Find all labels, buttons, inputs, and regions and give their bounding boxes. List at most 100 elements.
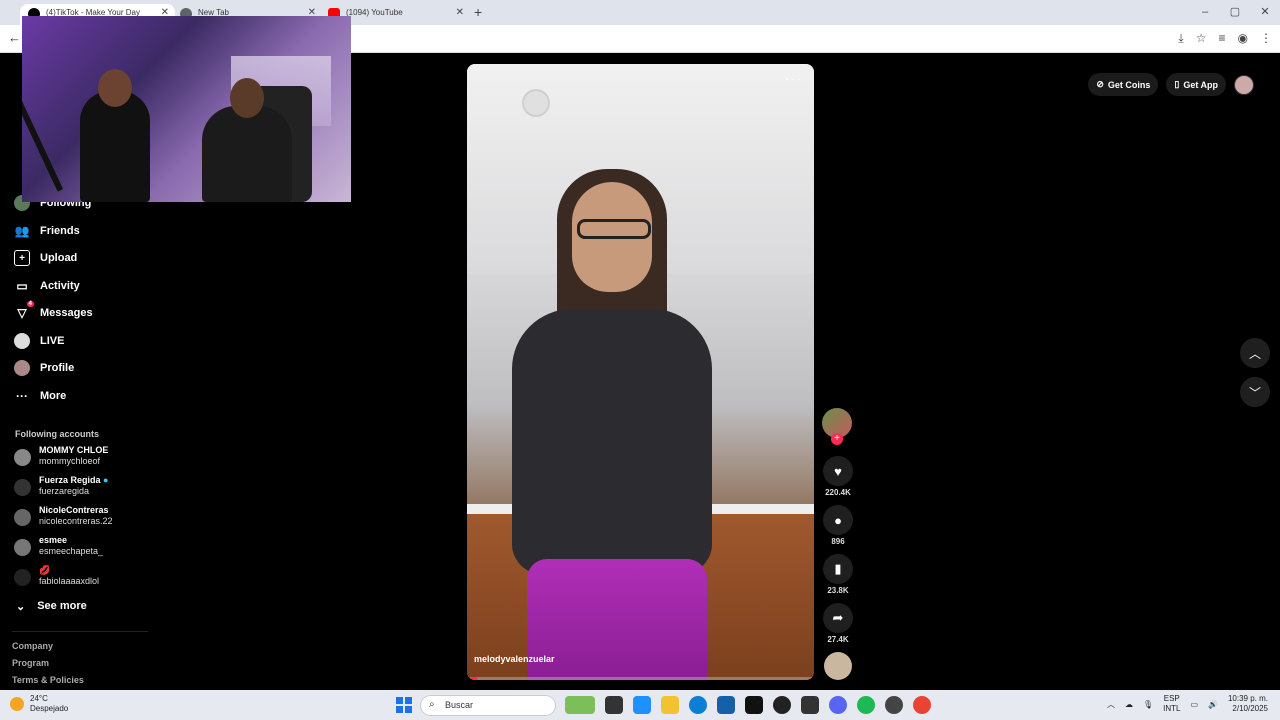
account-item[interactable]: Fuerza Regida ● fuerzaregida bbox=[14, 475, 108, 497]
save-button[interactable]: ▮ 23.8K bbox=[822, 554, 854, 595]
wifi-icon[interactable]: ▭ bbox=[1190, 700, 1198, 709]
weather-widget[interactable]: 24°C Despejado bbox=[10, 694, 68, 714]
sidebar-item-friends[interactable]: 👥 Friends bbox=[14, 223, 80, 239]
minimize-button[interactable]: – bbox=[1190, 0, 1220, 25]
divider bbox=[12, 631, 148, 632]
taskbar-apps bbox=[565, 696, 931, 714]
share-button[interactable]: ➦ 27.4K bbox=[822, 603, 854, 644]
sidebar-item-live[interactable]: LIVE bbox=[14, 333, 64, 349]
sidebar-item-messages[interactable]: ▽ 4 Messages bbox=[14, 301, 93, 321]
get-coins-button[interactable]: ⊘ Get Coins bbox=[1088, 73, 1159, 96]
app-icon[interactable] bbox=[885, 696, 903, 714]
friends-icon: 👥 bbox=[14, 224, 30, 238]
chevron-down-icon: ⌄ bbox=[16, 601, 26, 613]
widgets-icon[interactable] bbox=[565, 696, 595, 714]
footer-link-company[interactable]: Company bbox=[12, 641, 53, 651]
account-item[interactable]: 💋 fabiolaaaaxdlol bbox=[14, 565, 99, 587]
see-more-button[interactable]: ⌄ See more bbox=[16, 600, 87, 613]
onedrive-icon[interactable]: ☁ bbox=[1125, 700, 1133, 709]
account-name: Fuerza Regida bbox=[39, 475, 101, 485]
chevron-down-icon: ﹀ bbox=[1248, 385, 1261, 400]
video-action-bar: + ♥ 220.4K ● 896 ▮ 23.8K ➦ 27.4K bbox=[822, 408, 854, 680]
profile-icon[interactable]: ◉ bbox=[1238, 31, 1248, 46]
store-icon[interactable] bbox=[717, 696, 735, 714]
new-tab-button[interactable]: + bbox=[474, 4, 482, 20]
music-disc-avatar[interactable] bbox=[824, 652, 852, 680]
comment-button[interactable]: ● 896 bbox=[822, 505, 854, 546]
copilot-icon[interactable] bbox=[633, 696, 651, 714]
microphone-icon[interactable]: 🎙 bbox=[1143, 700, 1153, 709]
edge-icon[interactable] bbox=[689, 696, 707, 714]
search-placeholder: Buscar bbox=[445, 700, 474, 710]
follow-plus-icon[interactable]: + bbox=[831, 433, 843, 445]
weather-moon-icon bbox=[10, 697, 24, 711]
close-tab-icon[interactable]: ✕ bbox=[456, 7, 464, 18]
sidebar-item-activity[interactable]: ▭ Activity bbox=[14, 278, 80, 294]
account-name: NicoleContreras bbox=[39, 505, 109, 515]
user-avatar[interactable] bbox=[1234, 74, 1254, 95]
chrome-menu-icon[interactable]: ⋮ bbox=[1260, 31, 1272, 46]
sidebar-item-upload[interactable]: + Upload bbox=[14, 250, 77, 266]
video-progress-bar[interactable] bbox=[467, 677, 814, 680]
upload-icon: + bbox=[14, 250, 30, 266]
streamer-head bbox=[230, 78, 264, 118]
x-icon[interactable] bbox=[801, 696, 819, 714]
media-controls-icon[interactable]: ≡ bbox=[1219, 31, 1226, 46]
spotify-icon[interactable] bbox=[857, 696, 875, 714]
video-author-username[interactable]: melodyvalenzuelar bbox=[474, 654, 555, 664]
chevron-up-icon: ︿ bbox=[1248, 346, 1261, 361]
clock-date: 2/10/2025 bbox=[1232, 704, 1268, 713]
sidebar-item-profile[interactable]: Profile bbox=[14, 360, 74, 376]
avatar bbox=[14, 509, 31, 526]
webcam-overlay bbox=[22, 16, 351, 202]
footer-link-terms[interactable]: Terms & Policies bbox=[12, 675, 84, 685]
account-item[interactable]: MOMMY CHLOE mommychloeof bbox=[14, 445, 108, 467]
clock[interactable]: 10:39 p. m. 2/10/2025 bbox=[1228, 694, 1268, 714]
back-arrow-icon[interactable]: ← bbox=[8, 30, 21, 45]
start-button[interactable] bbox=[396, 697, 412, 713]
streamer-right bbox=[202, 78, 292, 202]
previous-video-button[interactable]: ︿ bbox=[1240, 338, 1270, 368]
avatar bbox=[14, 449, 31, 466]
header-actions: ⊘ Get Coins ▯ Get App bbox=[1088, 73, 1254, 96]
account-name: esmee bbox=[39, 535, 68, 545]
discord-icon[interactable] bbox=[829, 696, 847, 714]
sidebar-item-label: Friends bbox=[40, 225, 80, 237]
taskbar-search[interactable]: ⌕ Buscar bbox=[420, 695, 556, 716]
file-explorer-icon[interactable] bbox=[661, 696, 679, 714]
see-more-label: See more bbox=[37, 600, 87, 612]
sidebar-item-label: Activity bbox=[40, 280, 80, 292]
video-player[interactable]: ··· melodyvalenzuelar bbox=[467, 64, 814, 680]
creator-avatar[interactable]: + bbox=[822, 408, 852, 445]
heart-icon: ♥ bbox=[823, 456, 853, 486]
volume-icon[interactable]: 🔊 bbox=[1208, 700, 1218, 709]
language-indicator[interactable]: ESP INTL bbox=[1163, 694, 1180, 714]
sidebar-item-more[interactable]: ··· More bbox=[14, 388, 66, 404]
account-handle: esmeechapeta_ bbox=[39, 546, 104, 556]
keyboard-layout: INTL bbox=[1163, 704, 1181, 713]
account-item[interactable]: NicoleContreras nicolecontreras.22 bbox=[14, 505, 113, 527]
close-window-button[interactable]: ✕ bbox=[1250, 0, 1280, 25]
clock-time: 10:39 p. m. bbox=[1227, 694, 1268, 703]
capcut-icon[interactable] bbox=[745, 696, 763, 714]
weather-condition: Despejado bbox=[30, 704, 69, 713]
account-handle: fabiolaaaaxdlol bbox=[39, 576, 100, 586]
account-item[interactable]: esmee esmeechapeta_ bbox=[14, 535, 103, 557]
like-count: 220.4K bbox=[825, 488, 851, 497]
sidebar-item-label: More bbox=[40, 390, 67, 402]
install-icon[interactable]: ⤓ bbox=[1178, 31, 1183, 46]
microphone-arm bbox=[22, 80, 64, 192]
task-view-icon[interactable] bbox=[605, 696, 623, 714]
app-icon[interactable] bbox=[773, 696, 791, 714]
footer-link-program[interactable]: Program bbox=[12, 658, 49, 668]
video-more-options-button[interactable]: ··· bbox=[785, 70, 802, 86]
get-app-button[interactable]: ▯ Get App bbox=[1166, 73, 1226, 96]
next-video-button[interactable]: ﹀ bbox=[1240, 377, 1270, 407]
chevron-up-icon[interactable]: ︿ bbox=[1107, 699, 1115, 710]
bookmark-star-icon[interactable]: ☆ bbox=[1196, 31, 1207, 46]
maximize-button[interactable]: ▢ bbox=[1220, 0, 1250, 25]
chrome-icon[interactable] bbox=[913, 696, 931, 714]
like-button[interactable]: ♥ 220.4K bbox=[822, 456, 854, 497]
share-count: 27.4K bbox=[827, 635, 849, 644]
save-count: 23.8K bbox=[827, 586, 849, 595]
